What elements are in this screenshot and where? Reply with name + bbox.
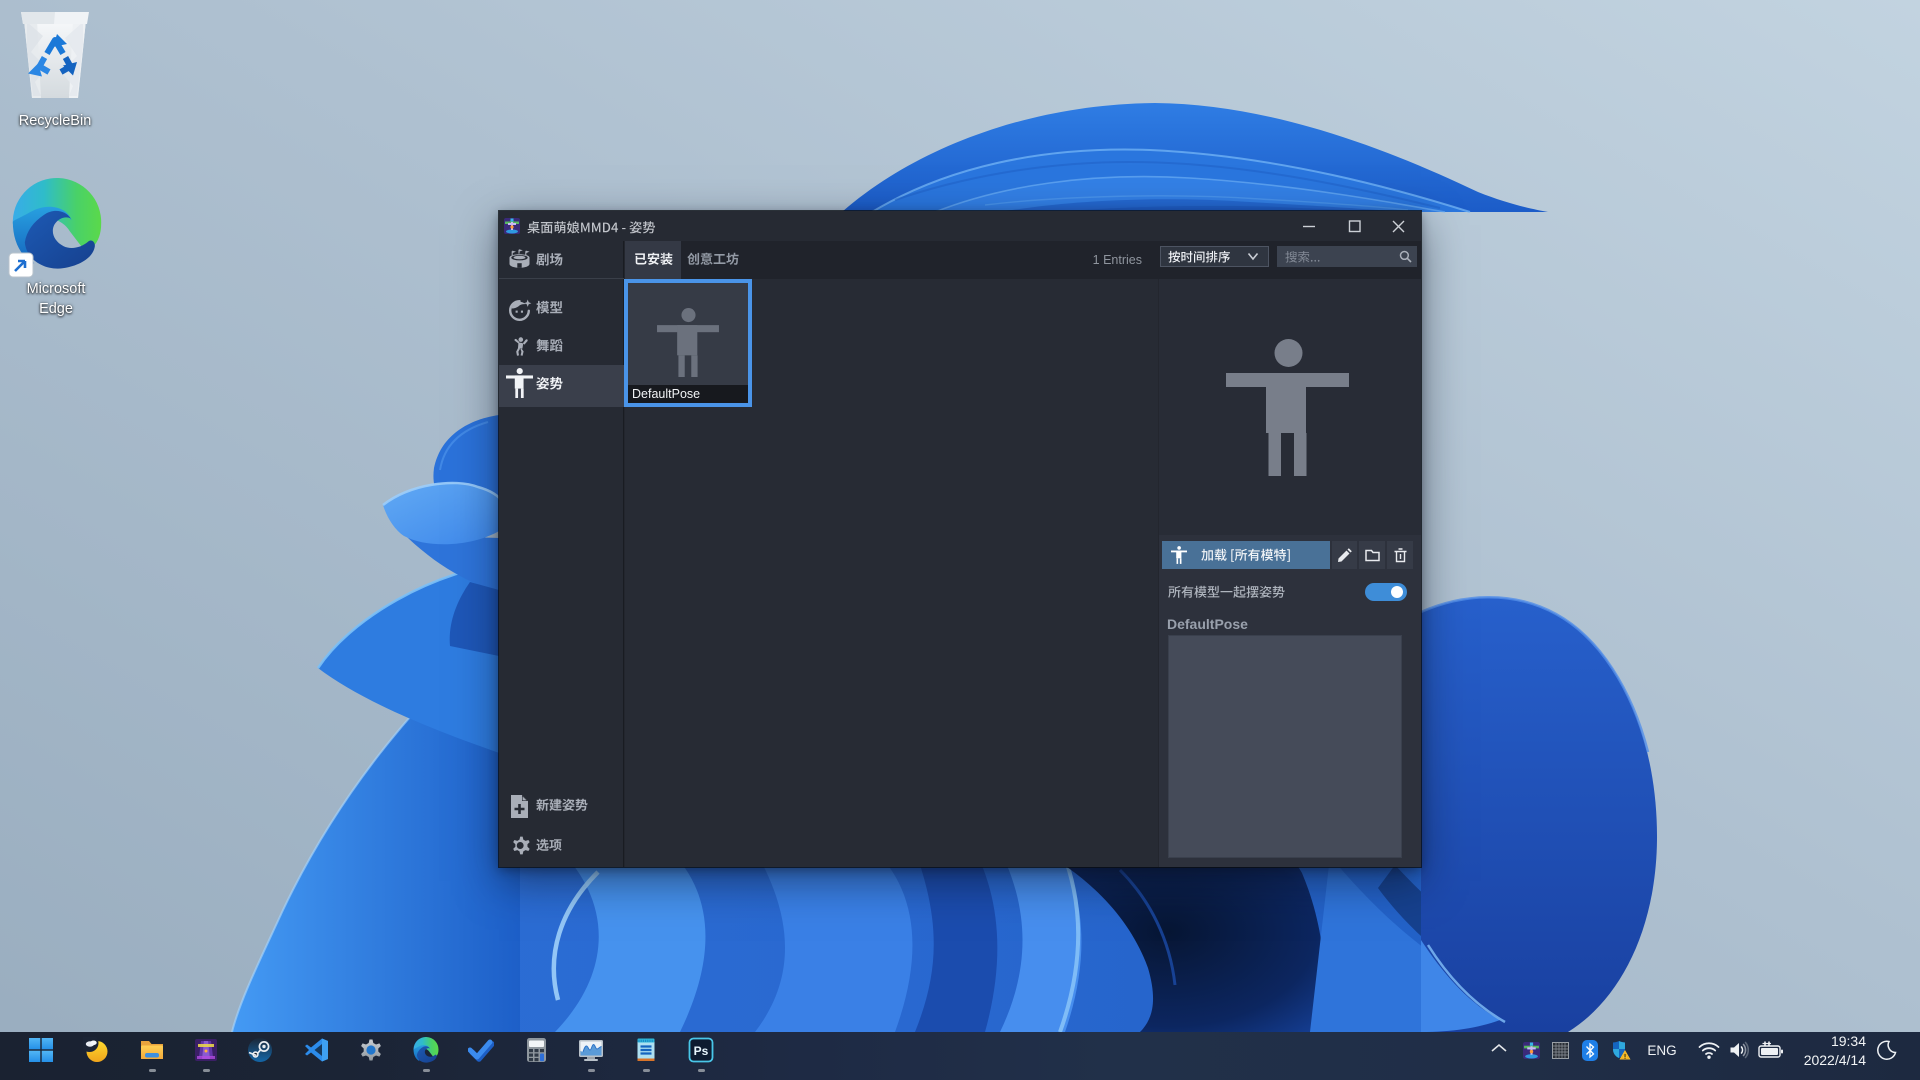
svg-text:Ps: Ps [694, 1044, 709, 1058]
